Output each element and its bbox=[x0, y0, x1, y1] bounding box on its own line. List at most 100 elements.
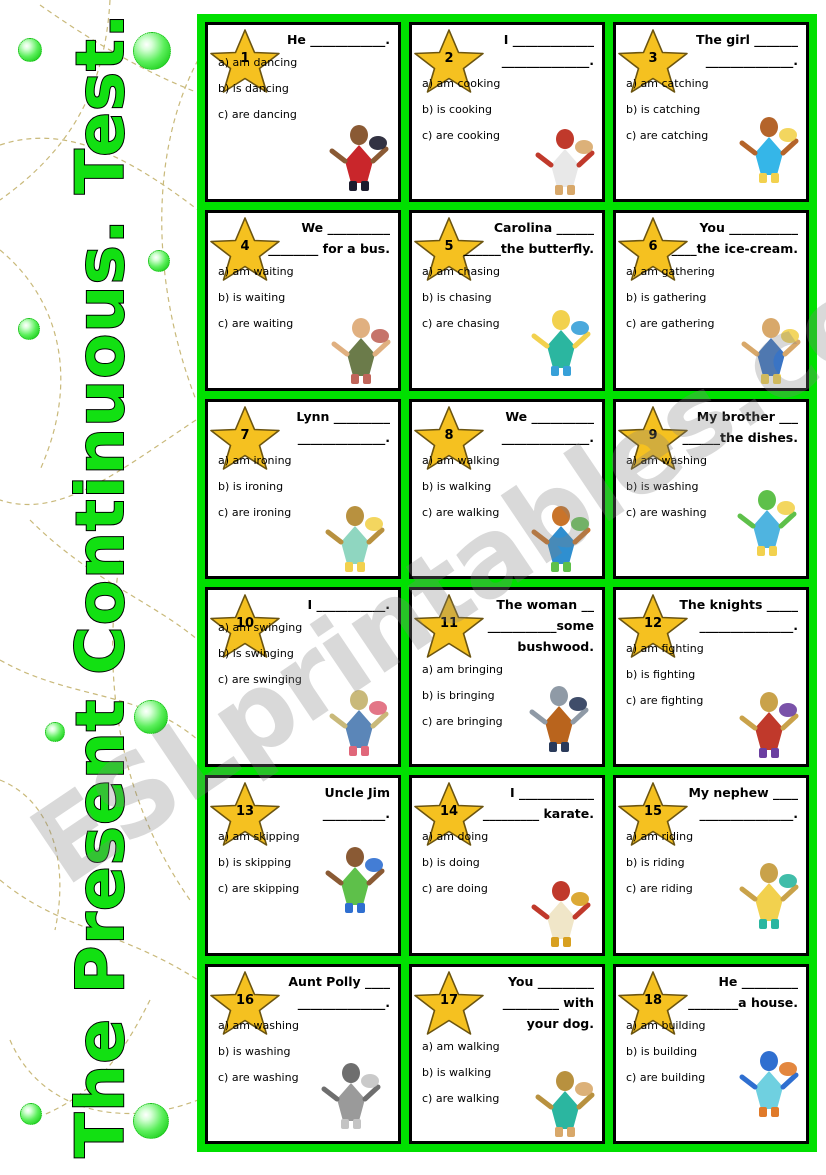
answer-option[interactable]: b) is swinging bbox=[218, 647, 398, 660]
answer-option[interactable]: a) am fighting bbox=[626, 642, 806, 655]
answer-option[interactable]: c) are cooking bbox=[422, 129, 602, 142]
answer-options: a) am walking b) is walking c) are walking bbox=[422, 1040, 602, 1105]
question-prompt: Carolina ______ ______the butterfly. bbox=[463, 220, 594, 257]
answer-option[interactable]: c) are chasing bbox=[422, 317, 602, 330]
clipart-dancer-in-red bbox=[326, 121, 392, 193]
answer-option[interactable]: b) is fighting bbox=[626, 668, 806, 681]
answer-option[interactable]: c) are washing bbox=[626, 506, 806, 519]
answer-option[interactable]: a) am riding bbox=[626, 830, 806, 843]
question-prompt: You _________ _________ with your dog. bbox=[502, 973, 594, 1031]
answer-option[interactable]: a) am walking bbox=[422, 454, 602, 467]
question-card[interactable]: 13 Uncle Jim __________. a) am skipping b) … bbox=[205, 775, 401, 956]
question-prompt: The girl _______ ______________. bbox=[695, 32, 798, 68]
question-card[interactable]: 3 The girl _______ ______________. a) am c… bbox=[613, 22, 809, 203]
answer-option[interactable]: a) am ironing bbox=[218, 454, 398, 467]
answer-option[interactable]: a) am doing bbox=[422, 830, 602, 843]
question-prompt: The woman __ ___________some bushwood. bbox=[487, 596, 594, 654]
answer-option[interactable]: b) is washing bbox=[626, 480, 806, 493]
answer-options: a) am ironing b) is ironing c) are ironing bbox=[218, 454, 398, 519]
answer-option[interactable]: a) am walking bbox=[422, 1040, 602, 1053]
answer-options: a) am riding b) is riding c) are riding bbox=[626, 830, 806, 895]
question-prompt: The knights _____ _______________. bbox=[679, 596, 798, 633]
answer-option[interactable]: b) is ironing bbox=[218, 480, 398, 493]
answer-option[interactable]: c) are bringing bbox=[422, 715, 602, 728]
answer-option[interactable]: b) is catching bbox=[626, 103, 806, 116]
answer-option[interactable]: c) are riding bbox=[626, 882, 806, 895]
question-card[interactable]: 18 He _________ ________a house. a) am bui… bbox=[613, 963, 809, 1144]
question-card[interactable]: 12 The knights _____ _______________. a) a… bbox=[613, 586, 809, 768]
question-prompt: My nephew ____ _______________. bbox=[688, 785, 798, 822]
answer-option[interactable]: c) are swinging bbox=[218, 673, 398, 686]
question-card[interactable]: 5 Carolina ______ ______the butterfly. a) … bbox=[409, 210, 605, 391]
answer-option[interactable]: c) are skipping bbox=[218, 882, 398, 895]
answer-option[interactable]: c) are building bbox=[626, 1071, 806, 1084]
answer-option[interactable]: b) is riding bbox=[626, 856, 806, 869]
answer-options: a) am walking b) is walking c) are walking bbox=[422, 454, 602, 519]
question-prompt: I _____________ ______________. bbox=[501, 32, 594, 68]
question-card[interactable]: 2I _____________ ______________. a) am co… bbox=[409, 22, 605, 203]
question-card[interactable]: 4 We __________ ________ for a bus. a) am … bbox=[205, 210, 401, 391]
question-prompt: I ____________ _________ karate. bbox=[482, 785, 594, 822]
answer-options: a) am doing b) is doing c) are doing bbox=[422, 830, 602, 895]
question-card[interactable]: 6 You ___________ ____the ice-cream. a) am… bbox=[613, 210, 809, 391]
answer-options: a) am bringing b) is bringing c) are bring… bbox=[422, 663, 602, 728]
answer-option[interactable]: c) are fighting bbox=[626, 694, 806, 707]
answer-option[interactable]: a) am swinging bbox=[218, 621, 398, 634]
answer-option[interactable]: a) am washing bbox=[626, 454, 806, 467]
answer-option[interactable]: a) am gathering bbox=[626, 265, 806, 278]
answer-option[interactable]: b) is skipping bbox=[218, 856, 398, 869]
question-card[interactable]: 8 We __________ ______________. a) am walk… bbox=[409, 398, 605, 579]
answer-option[interactable]: c) are walking bbox=[422, 506, 602, 519]
answer-option[interactable]: c) are catching bbox=[626, 129, 806, 142]
question-prompt: He _________ ________a house. bbox=[688, 973, 798, 1010]
question-prompt: I ___________. bbox=[307, 596, 390, 612]
answer-option[interactable]: b) is dancing bbox=[218, 82, 398, 95]
answer-option[interactable]: b) is doing bbox=[422, 856, 602, 869]
question-card[interactable]: 7 Lynn _________ ______________. a) am iro… bbox=[205, 398, 401, 579]
answer-option[interactable]: c) are gathering bbox=[626, 317, 806, 330]
answer-option[interactable]: c) are dancing bbox=[218, 108, 398, 121]
answer-option[interactable]: b) is bringing bbox=[422, 689, 602, 702]
answer-option[interactable]: a) am building bbox=[626, 1019, 806, 1032]
answer-options: a) am catching b) is catching c) are catch… bbox=[626, 77, 806, 142]
question-prompt: Lynn _________ ______________. bbox=[296, 408, 390, 445]
question-prompt: Uncle Jim __________. bbox=[322, 785, 390, 822]
answer-option[interactable]: a) am chasing bbox=[422, 265, 602, 278]
answer-option[interactable]: b) is building bbox=[626, 1045, 806, 1058]
question-card[interactable]: 17 You _________ _________ with your dog.… bbox=[409, 963, 605, 1144]
question-card[interactable]: 14 I ____________ _________ karate. a) am … bbox=[409, 775, 605, 956]
answer-option[interactable]: a) am waiting bbox=[218, 265, 398, 278]
question-card[interactable]: 1 He ____________. a) am dancing b) is danc… bbox=[205, 22, 401, 203]
answer-option[interactable]: c) are walking bbox=[422, 1092, 602, 1105]
answer-options: a) am dancing b) is dancing c) are dancing bbox=[218, 56, 398, 121]
answer-option[interactable]: c) are doing bbox=[422, 882, 602, 895]
answer-options: a) am fighting b) is fighting c) are fight… bbox=[626, 642, 806, 707]
answer-option[interactable]: a) am skipping bbox=[218, 830, 398, 843]
answer-option[interactable]: c) are washing bbox=[218, 1071, 398, 1084]
answer-option[interactable]: b) is washing bbox=[218, 1045, 398, 1058]
answer-option[interactable]: a) am catching bbox=[626, 77, 806, 90]
answer-option[interactable]: b) is gathering bbox=[626, 291, 806, 304]
answer-options: a) am chasing b) is chasing c) are chasing bbox=[422, 265, 602, 330]
question-card[interactable]: 15 My nephew ____ _______________. a) am r… bbox=[613, 775, 809, 956]
answer-option[interactable]: b) is walking bbox=[422, 1066, 602, 1079]
answer-option[interactable]: b) is waiting bbox=[218, 291, 398, 304]
answer-options: a) am building b) is building c) are build… bbox=[626, 1019, 806, 1084]
answer-option[interactable]: c) are waiting bbox=[218, 317, 398, 330]
answer-option[interactable]: b) is walking bbox=[422, 480, 602, 493]
answer-option[interactable]: b) is cooking bbox=[422, 103, 602, 116]
question-card[interactable]: 16 Aunt Polly ____ ______________. a) am w… bbox=[205, 963, 401, 1144]
question-card[interactable]: 9 My brother ___ ______the dishes. a) am w… bbox=[613, 398, 809, 579]
answer-option[interactable]: c) are ironing bbox=[218, 506, 398, 519]
question-card[interactable]: 10 I ___________. a) am swinging b) is swin… bbox=[205, 586, 401, 768]
question-card[interactable]: 11 The woman __ ___________some bushwood.… bbox=[409, 586, 605, 768]
question-prompt: We __________ ________ for a bus. bbox=[268, 220, 390, 257]
answer-options: a) am waiting b) is waiting c) are waiting bbox=[218, 265, 398, 330]
answer-option[interactable]: a) am washing bbox=[218, 1019, 398, 1032]
answer-option[interactable]: a) am cooking bbox=[422, 77, 602, 90]
answer-options: a) am swinging b) is swinging c) are swing… bbox=[218, 621, 398, 686]
answer-option[interactable]: a) am dancing bbox=[218, 56, 398, 69]
clipart-girl-on-swing bbox=[326, 686, 392, 758]
answer-option[interactable]: b) is chasing bbox=[422, 291, 602, 304]
answer-option[interactable]: a) am bringing bbox=[422, 663, 602, 676]
